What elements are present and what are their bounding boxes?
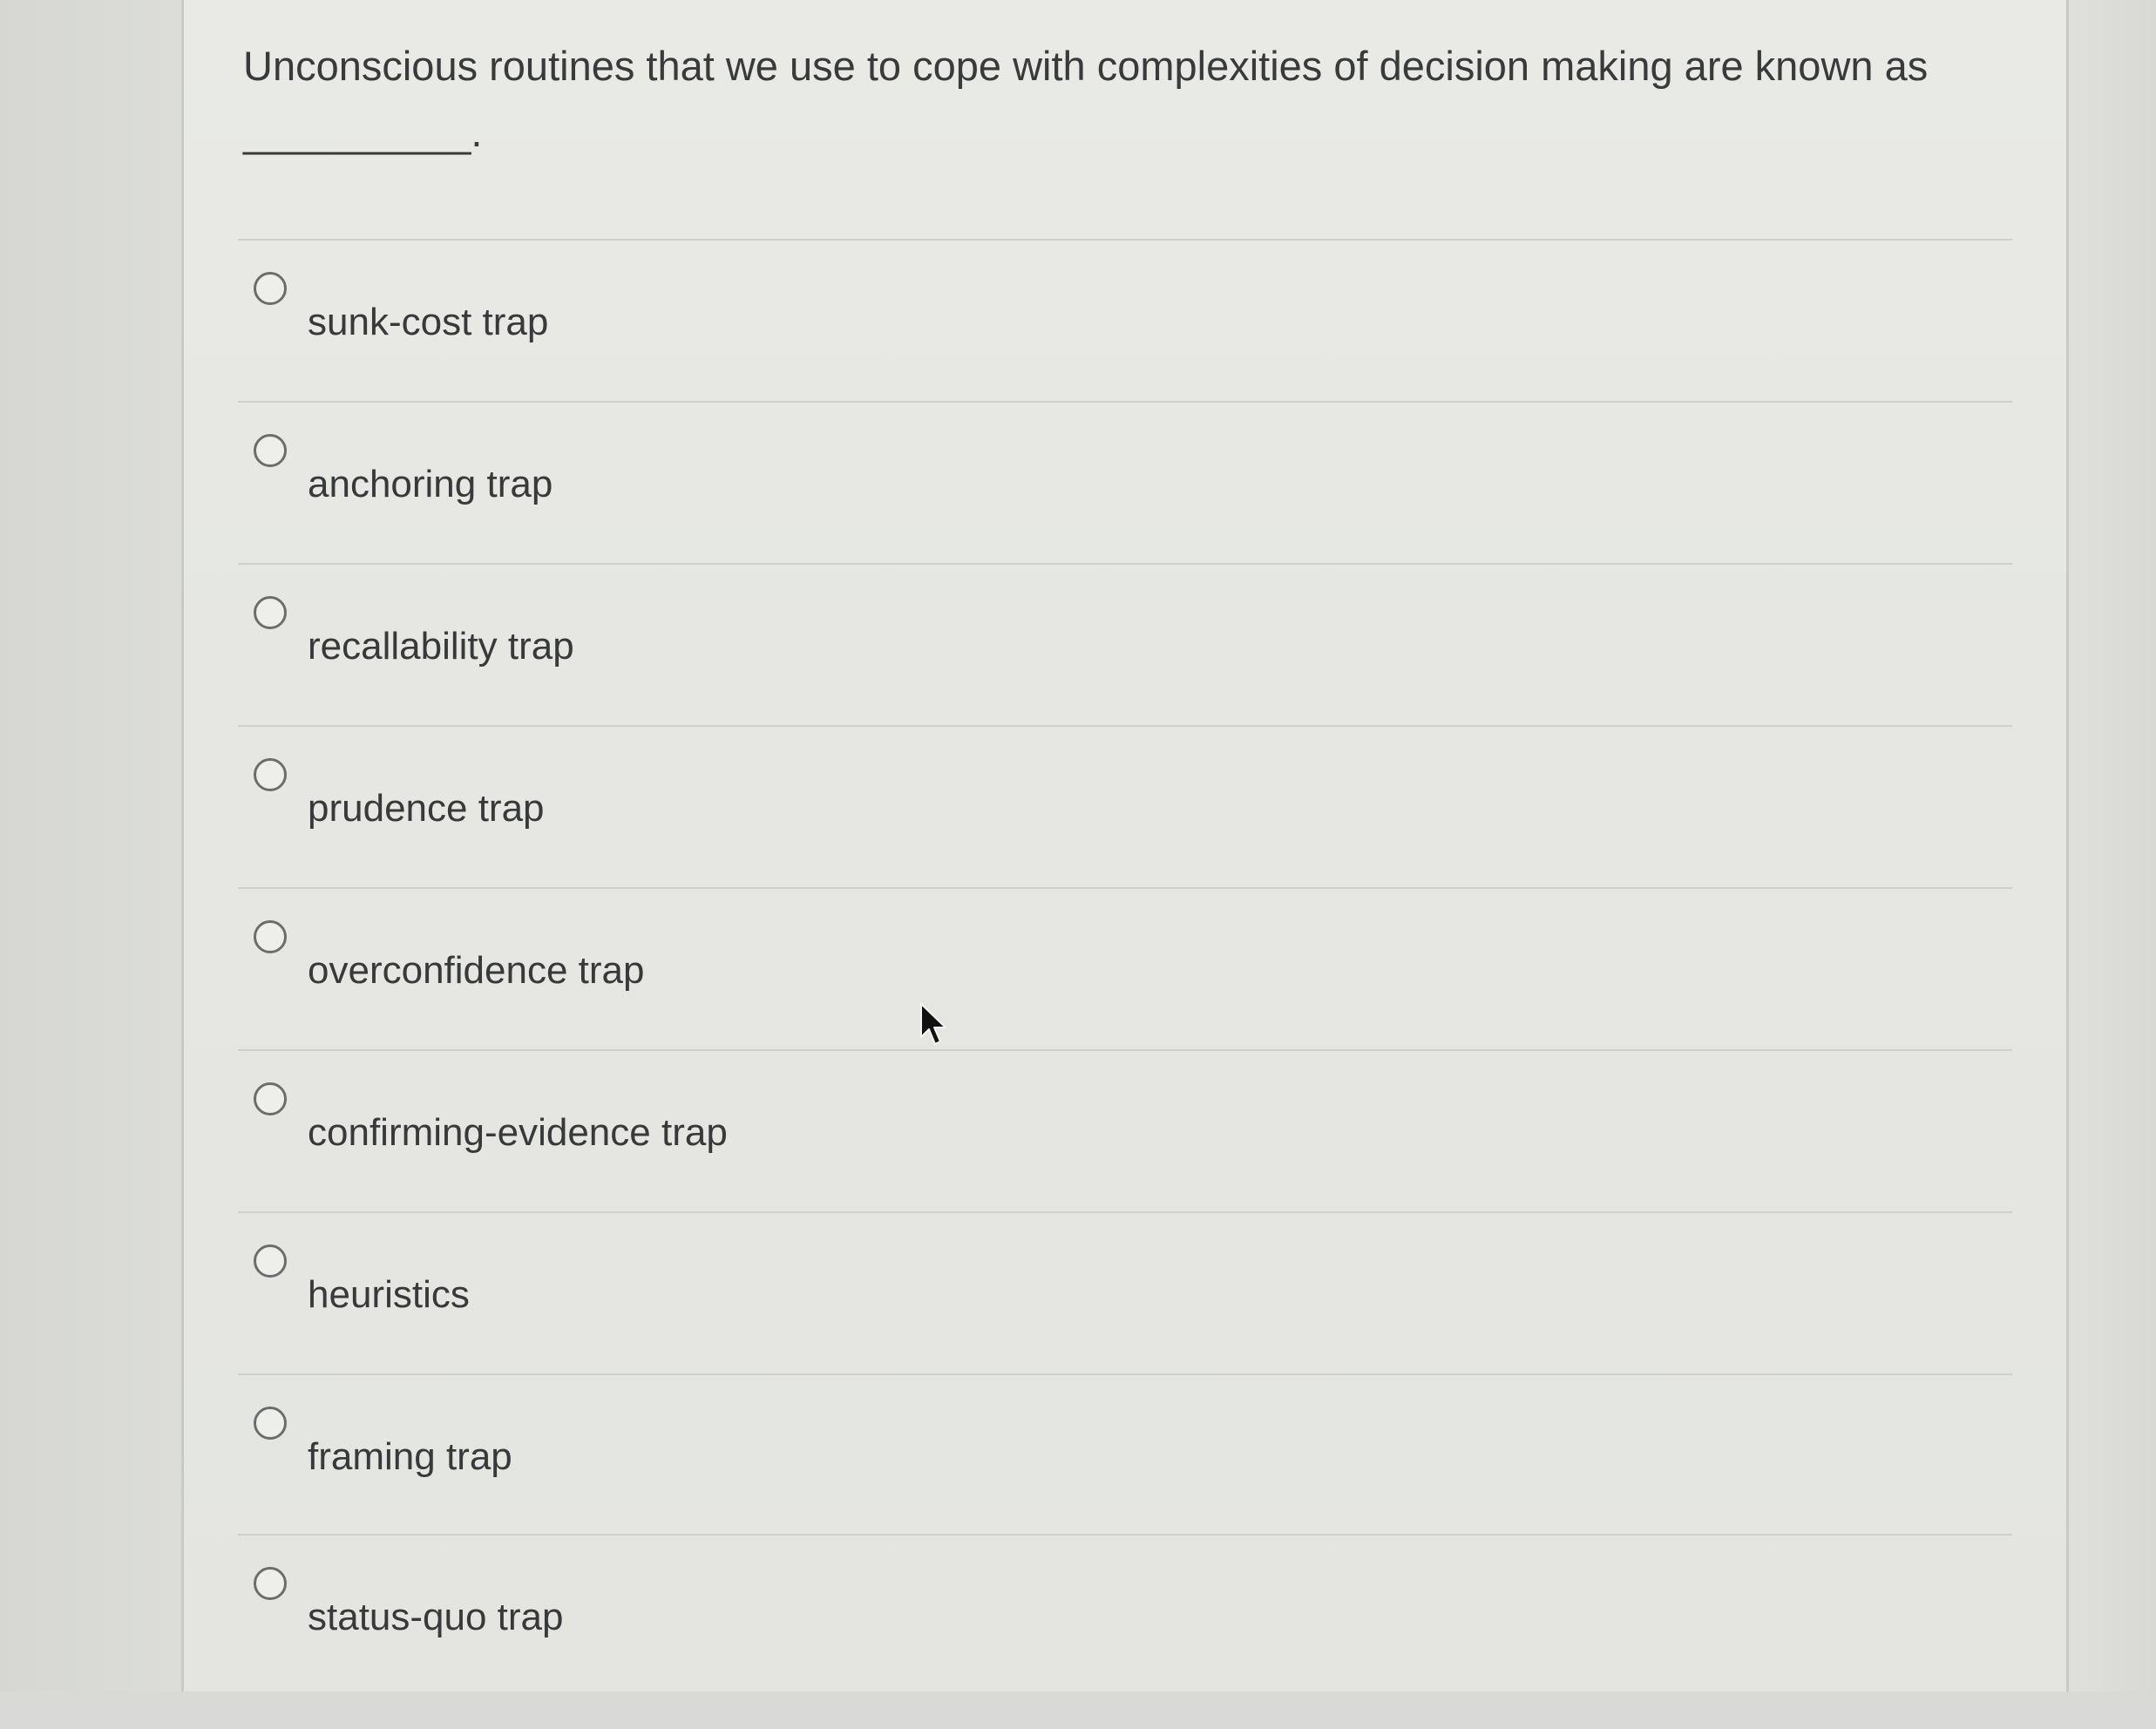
answer-option-anchoring-trap[interactable]: anchoring trap	[184, 434, 2014, 596]
radio-button-icon[interactable]	[254, 1567, 287, 1600]
answer-option-label[interactable]: sunk-cost trap	[308, 298, 548, 347]
divider	[238, 887, 2012, 889]
radio-button-icon[interactable]	[254, 596, 287, 629]
answer-option-label[interactable]: prudence trap	[308, 784, 545, 833]
radio-button-icon[interactable]	[254, 1244, 287, 1278]
answer-option-sunk-cost-trap[interactable]: sunk-cost trap	[184, 272, 2014, 434]
divider	[238, 1373, 2012, 1375]
divider	[238, 1049, 2012, 1051]
answer-option-label[interactable]: overconfidence trap	[308, 946, 644, 995]
divider	[238, 239, 2012, 241]
answer-option-framing-trap[interactable]: framing trap	[184, 1407, 2014, 1569]
answer-option-overconfidence-trap[interactable]: overconfidence trap	[184, 920, 2014, 1082]
radio-button-icon[interactable]	[254, 272, 287, 305]
radio-button-icon[interactable]	[254, 758, 287, 791]
answer-option-prudence-trap[interactable]: prudence trap	[184, 758, 2014, 920]
answer-option-recallability-trap[interactable]: recallability trap	[184, 596, 2014, 758]
answer-option-heuristics[interactable]: heuristics	[184, 1244, 2014, 1407]
answer-option-label[interactable]: anchoring trap	[308, 460, 553, 509]
radio-button-icon[interactable]	[254, 434, 287, 467]
answer-option-label[interactable]: recallability trap	[308, 622, 574, 671]
divider	[238, 1534, 2012, 1536]
radio-button-icon[interactable]	[254, 1082, 287, 1115]
question-panel: Unconscious routines that we use to cope…	[181, 0, 2069, 1692]
answer-option-label[interactable]: confirming-evidence trap	[308, 1109, 728, 1157]
right-margin	[2069, 0, 2156, 1692]
answer-option-status-quo-trap[interactable]: status-quo trap	[184, 1567, 2014, 1729]
divider	[238, 725, 2012, 727]
left-margin	[0, 0, 181, 1692]
answer-option-label[interactable]: heuristics	[308, 1271, 470, 1319]
divider	[238, 1211, 2012, 1213]
answer-option-label[interactable]: framing trap	[308, 1433, 512, 1482]
mouse-pointer-icon	[920, 1003, 946, 1045]
radio-button-icon[interactable]	[254, 920, 287, 953]
radio-button-icon[interactable]	[254, 1407, 287, 1440]
question-text: Unconscious routines that we use to cope…	[243, 43, 1929, 155]
divider	[238, 401, 2012, 403]
divider	[238, 563, 2012, 565]
answer-option-confirming-evidence-trap[interactable]: confirming-evidence trap	[184, 1082, 2014, 1244]
answer-option-label[interactable]: status-quo trap	[308, 1593, 564, 1642]
